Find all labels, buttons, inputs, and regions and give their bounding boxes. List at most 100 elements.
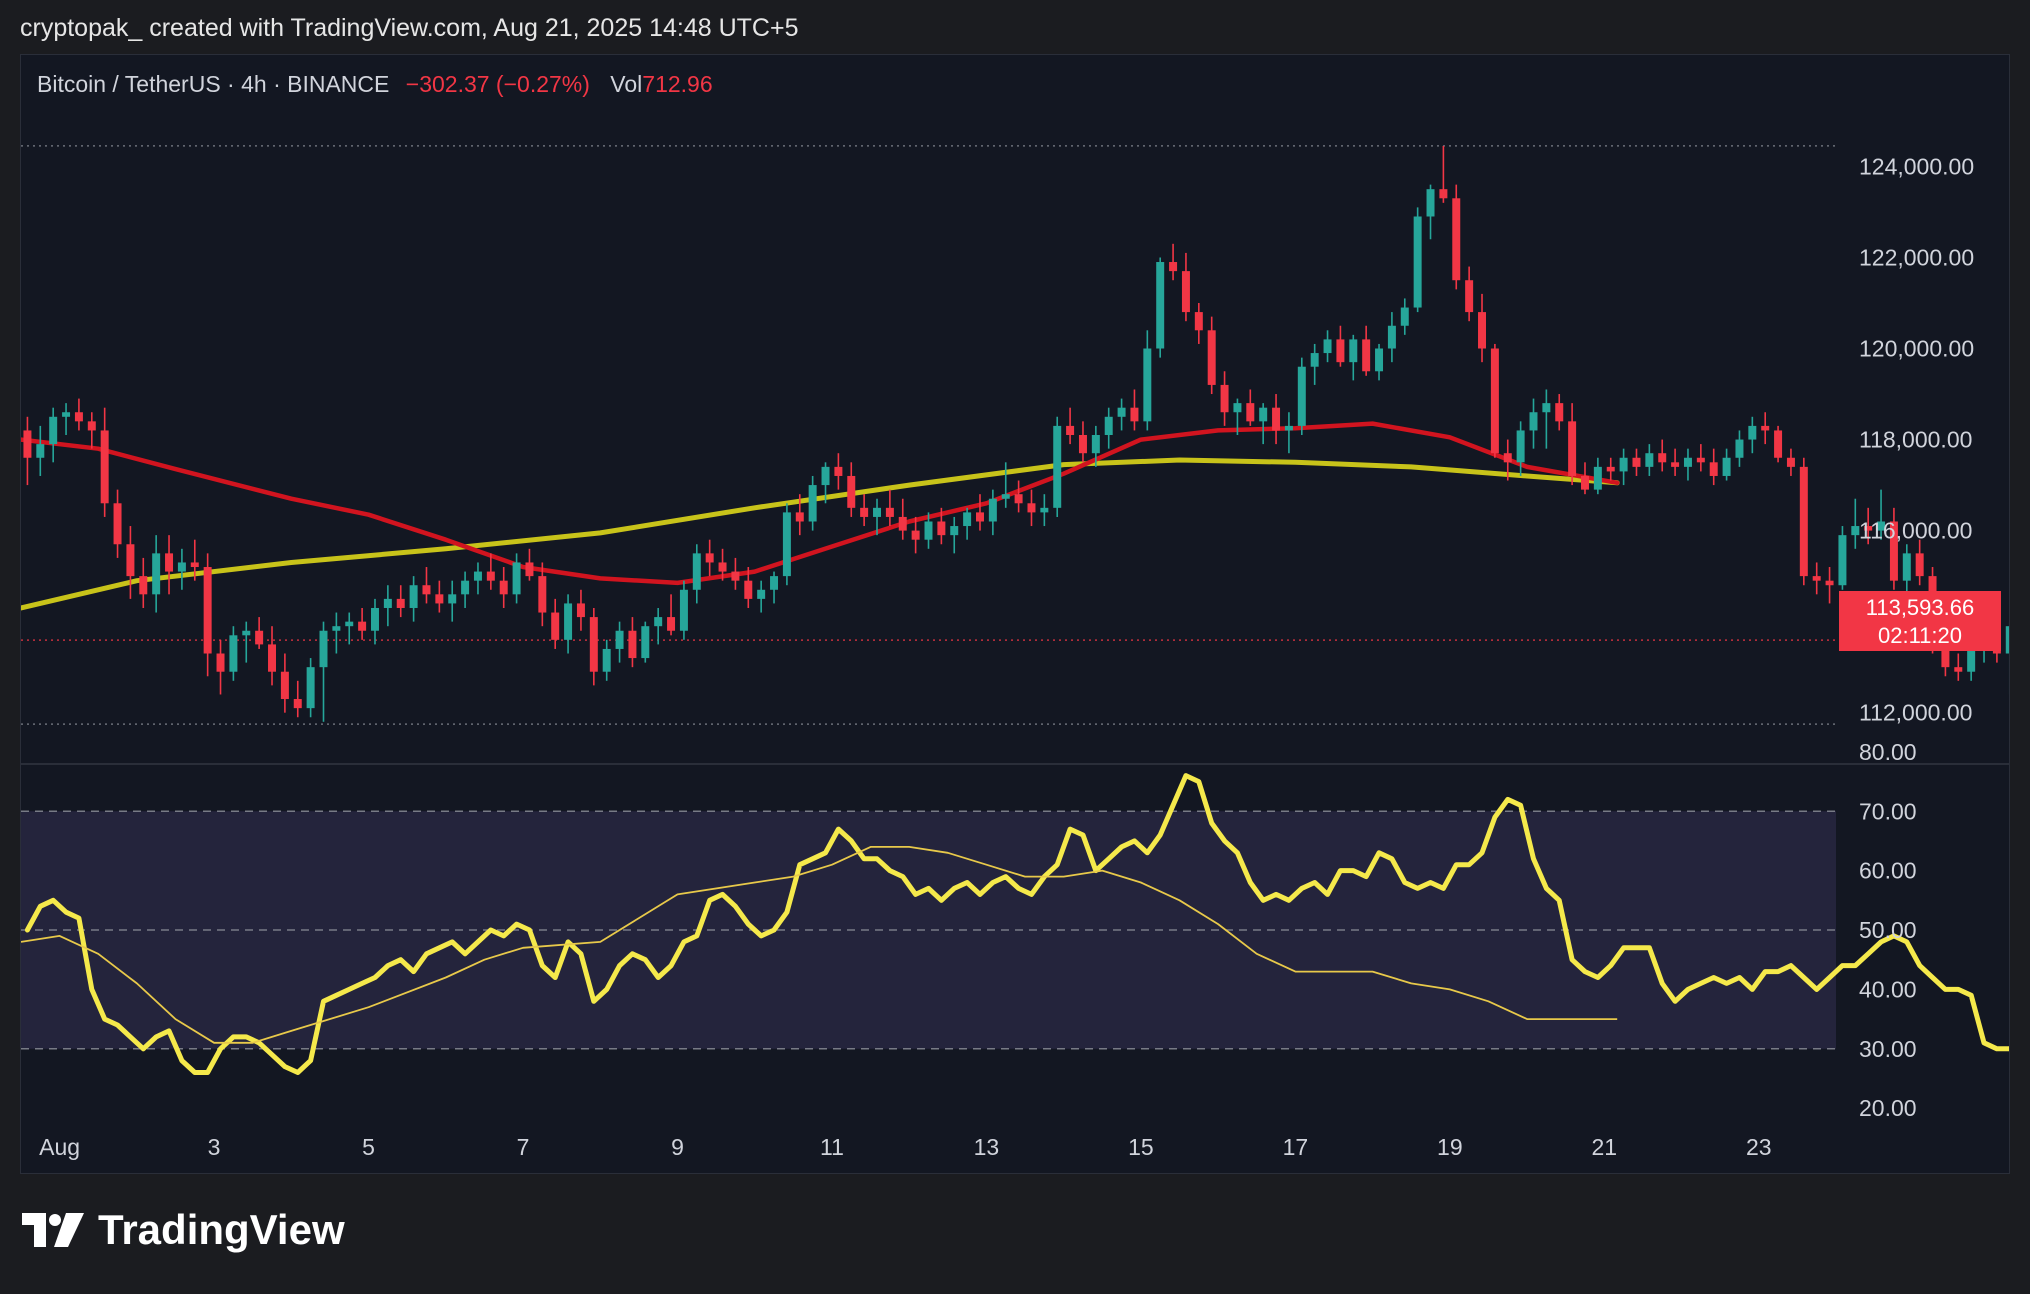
- candle: [1902, 544, 1911, 595]
- candle-body: [280, 671, 289, 700]
- brand-name: TradingView: [98, 1206, 345, 1253]
- candle-body: [1799, 466, 1808, 577]
- candle: [177, 548, 186, 590]
- ma-layer: [21, 421, 1620, 611]
- candle: [834, 453, 843, 490]
- candle-body: [293, 699, 302, 709]
- candle-body: [770, 576, 779, 590]
- candle: [1375, 343, 1384, 381]
- chart-frame[interactable]: 112,000.00114,000.00116,000.00118,000.00…: [20, 54, 2010, 1174]
- candle-body: [435, 594, 444, 604]
- candle-body: [1375, 348, 1384, 372]
- candle-body: [139, 576, 148, 595]
- date-axis-label: 17: [1283, 1134, 1309, 1160]
- date-axis-label: 7: [517, 1134, 530, 1160]
- candle-body: [1812, 576, 1821, 581]
- candle: [1284, 412, 1293, 454]
- candle-body: [576, 603, 585, 618]
- candle: [1272, 394, 1281, 445]
- candle: [1387, 312, 1396, 363]
- candle: [1400, 298, 1409, 335]
- candle-body: [1915, 553, 1924, 577]
- candle: [898, 498, 907, 540]
- symbol-label[interactable]: Bitcoin / TetherUS · 4h · BINANCE: [37, 71, 389, 97]
- candle-body: [1722, 457, 1731, 476]
- candle-body: [564, 603, 573, 640]
- candle-body: [1323, 339, 1332, 354]
- candle-body: [1027, 503, 1036, 513]
- candle: [1696, 444, 1705, 472]
- candle-body: [448, 594, 457, 604]
- candle-body: [1542, 403, 1551, 413]
- candle: [306, 658, 315, 718]
- candle: [1683, 448, 1692, 481]
- date-axis-label: 5: [362, 1134, 375, 1160]
- candle-body: [1143, 348, 1152, 422]
- candle: [1220, 371, 1229, 426]
- candle-layer[interactable]: [23, 145, 2009, 722]
- candle: [679, 580, 688, 640]
- candle: [1040, 494, 1049, 527]
- rsi-axis-label: 70.00: [1859, 798, 1917, 824]
- candle-body: [705, 553, 714, 563]
- candle-body: [615, 630, 624, 649]
- tradingview-logo[interactable]: TradingView: [22, 1206, 345, 1254]
- candle-body: [1078, 435, 1087, 454]
- candle-body: [1194, 312, 1203, 331]
- candle-body: [1696, 457, 1705, 463]
- ma-slow-line: [21, 457, 1620, 611]
- candle: [757, 580, 766, 613]
- candle: [242, 621, 251, 663]
- chart-svg[interactable]: 112,000.00114,000.00116,000.00118,000.00…: [21, 55, 2009, 1173]
- candle-body: [49, 416, 58, 445]
- candle-body: [551, 612, 560, 640]
- candle: [782, 503, 791, 586]
- candle-body: [1606, 466, 1615, 472]
- candle: [1568, 403, 1577, 486]
- candle-body: [1593, 466, 1602, 490]
- candle-body: [1014, 494, 1023, 504]
- candle-body: [1156, 262, 1165, 349]
- candle-body: [1632, 457, 1641, 467]
- candle-body: [1001, 494, 1010, 499]
- candle: [770, 571, 779, 604]
- candle-body: [165, 553, 174, 572]
- candle-body: [641, 626, 650, 659]
- candle: [1336, 325, 1345, 367]
- candle-body: [23, 430, 32, 458]
- candle-body: [1117, 407, 1126, 417]
- candle-body: [795, 512, 804, 522]
- candle: [383, 585, 392, 627]
- candle-body: [2005, 626, 2009, 654]
- last-price-tag: 113,593.66 02:11:20: [1839, 591, 2001, 651]
- candle-body: [203, 567, 212, 654]
- candle: [692, 544, 701, 604]
- candle: [1606, 457, 1615, 481]
- candle: [1812, 562, 1821, 595]
- candle: [332, 612, 341, 654]
- candle: [1169, 243, 1178, 281]
- candle-body: [1246, 403, 1255, 422]
- candle: [448, 580, 457, 622]
- candle-body: [100, 430, 109, 504]
- candle-body: [1478, 312, 1487, 349]
- candle-body: [1902, 553, 1911, 581]
- candle: [1323, 330, 1332, 363]
- price-axis-label: 118,000.00: [1859, 427, 1972, 453]
- candle-body: [1645, 453, 1654, 467]
- candle-body: [268, 644, 277, 672]
- candle-body: [692, 553, 701, 590]
- candle-body: [963, 512, 972, 527]
- candle-body: [255, 630, 264, 645]
- candle-body: [229, 635, 238, 672]
- candle: [705, 539, 714, 577]
- candle: [1632, 448, 1641, 476]
- symbol-legend[interactable]: Bitcoin / TetherUS · 4h · BINANCE −302.3…: [37, 71, 713, 98]
- candle-body: [1040, 507, 1049, 513]
- candle-body: [62, 412, 71, 417]
- candle: [1593, 457, 1602, 495]
- candle: [1671, 448, 1680, 476]
- price-axis-label: 120,000.00: [1859, 336, 1974, 362]
- candle: [847, 462, 856, 517]
- candle-body: [345, 621, 354, 627]
